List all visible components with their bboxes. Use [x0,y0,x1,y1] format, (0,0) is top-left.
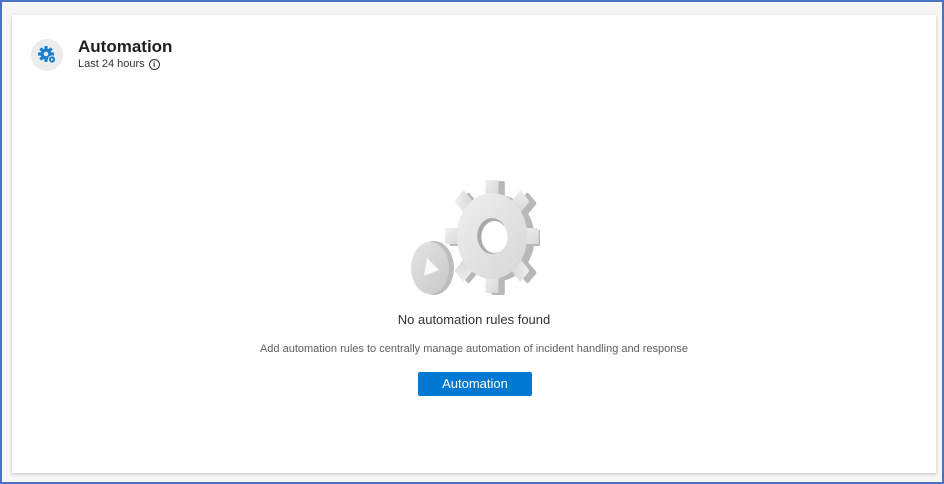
automation-button[interactable]: Automation [418,372,532,396]
page-title: Automation [78,37,173,56]
gear-with-play-icon [410,179,547,300]
automation-card: Automation Last 24 hours i No automation… [12,15,936,473]
empty-state-description: Add automation rules to centrally manage… [259,343,689,355]
empty-state-title: No automation rules found [397,312,551,327]
window-frame: Automation Last 24 hours i No automation… [0,0,944,484]
time-range-text: Last 24 hours [78,58,145,70]
info-icon[interactable]: i [148,58,160,70]
automation-gear-icon [31,39,63,71]
time-range-label: Last 24 hours i [78,57,160,71]
